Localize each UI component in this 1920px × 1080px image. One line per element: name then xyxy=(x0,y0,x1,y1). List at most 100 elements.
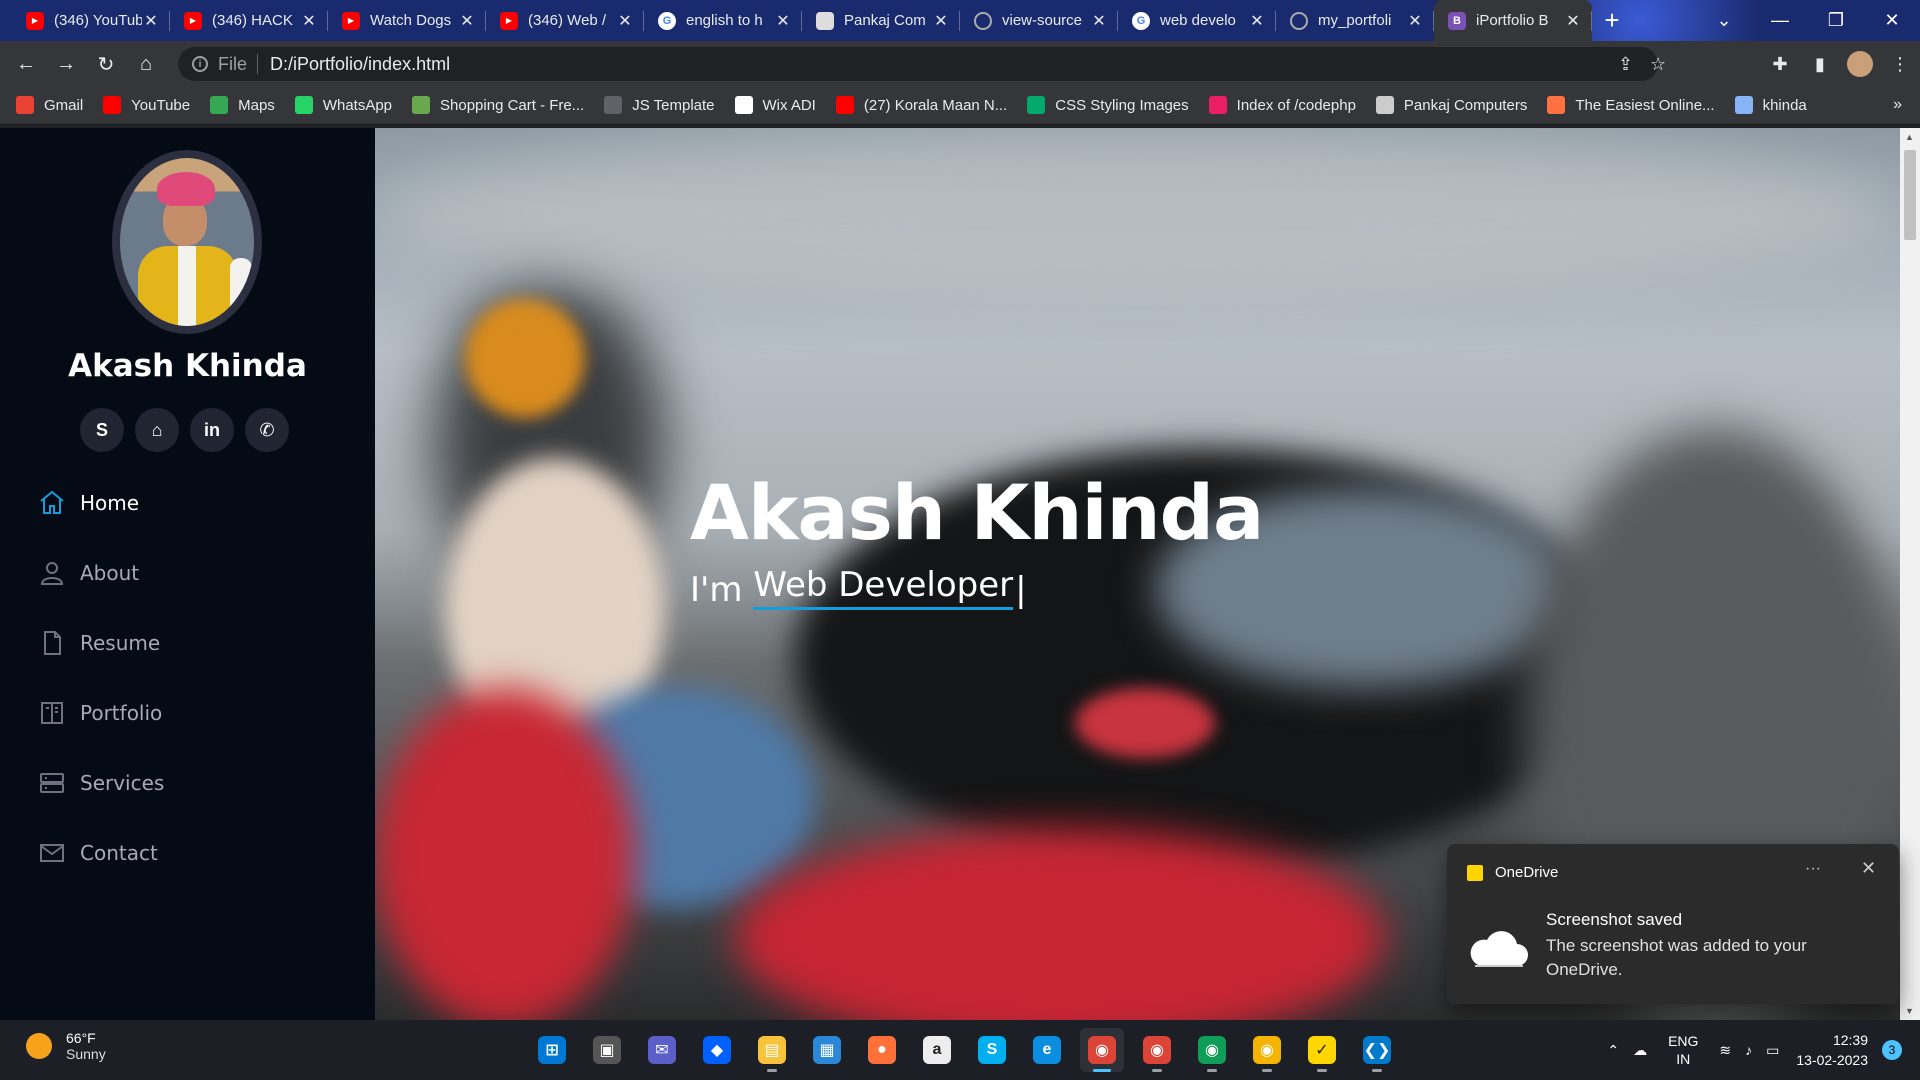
bookmark-item[interactable]: Index of /codephp xyxy=(1208,96,1356,114)
nav-item-label: Resume xyxy=(80,631,161,655)
browser-tab[interactable]: my_portfoli ✕ xyxy=(1276,0,1434,41)
back-button[interactable]: ← xyxy=(6,44,46,84)
bookmark-item[interactable]: Wix ADI xyxy=(734,96,816,114)
bookmark-item[interactable]: The Easiest Online... xyxy=(1547,96,1715,114)
chrome-icon[interactable]: ◉ xyxy=(1080,1028,1124,1072)
github-icon[interactable]: ⌂ xyxy=(135,408,179,452)
bookmark-label: (27) Korala Maan N... xyxy=(863,96,1008,114)
bookmark-item[interactable]: WhatsApp xyxy=(294,96,392,114)
norton-icon[interactable]: ✓ xyxy=(1300,1028,1344,1072)
microsoft-store-icon[interactable]: ▦ xyxy=(805,1028,849,1072)
skype-icon[interactable]: S xyxy=(970,1028,1014,1072)
linkedin-icon[interactable]: in xyxy=(190,408,234,452)
tab-search-icon[interactable]: ⌄ xyxy=(1696,0,1752,41)
nav-item-portfolio[interactable]: Portfolio xyxy=(38,678,164,748)
bookmark-item[interactable]: CSS Styling Images xyxy=(1027,96,1189,114)
tab-close-icon[interactable]: ✕ xyxy=(932,11,950,31)
scroll-down-icon[interactable]: ▼ xyxy=(1905,1006,1914,1016)
scroll-up-icon[interactable]: ▲ xyxy=(1905,132,1914,142)
tab-close-icon[interactable]: ✕ xyxy=(142,11,160,31)
bookmark-star-icon[interactable]: ☆ xyxy=(1650,54,1666,75)
scrollbar-thumb[interactable] xyxy=(1904,150,1916,240)
close-window-button[interactable]: ✕ xyxy=(1864,0,1920,41)
tab-close-icon[interactable]: ✕ xyxy=(774,11,792,31)
language-indicator[interactable]: ENG IN xyxy=(1668,1032,1698,1068)
notification-badge[interactable]: 3 xyxy=(1882,1040,1902,1060)
chrome-profile-4-icon[interactable]: ◉ xyxy=(1245,1028,1289,1072)
forward-button[interactable]: → xyxy=(46,44,86,84)
teams-chat-icon[interactable]: ✉ xyxy=(640,1028,684,1072)
bookmark-item[interactable]: Pankaj Computers xyxy=(1375,96,1527,114)
share-icon[interactable]: ⇪ xyxy=(1618,54,1633,75)
vscode-icon[interactable]: ❮❯ xyxy=(1355,1028,1399,1072)
address-url[interactable]: D:/iPortfolio/index.html xyxy=(270,54,450,75)
tab-close-icon[interactable]: ✕ xyxy=(1406,11,1424,31)
toast-more-button[interactable]: ··· xyxy=(1805,860,1821,878)
bookmark-item[interactable]: Maps xyxy=(210,96,275,114)
restore-button[interactable]: ❐ xyxy=(1808,0,1864,41)
dropbox-icon[interactable]: ◆ xyxy=(695,1028,739,1072)
bookmark-item[interactable]: (27) Korala Maan N... xyxy=(835,96,1008,114)
nav-item-resume[interactable]: Resume xyxy=(38,608,164,678)
browser-tab[interactable]: view-source ✕ xyxy=(960,0,1118,41)
chrome-profile-3-icon[interactable]: ◉ xyxy=(1190,1028,1234,1072)
home-button[interactable]: ⌂ xyxy=(126,44,166,84)
bookmark-item[interactable]: khinda xyxy=(1734,96,1807,114)
browser-tab[interactable]: english to h ✕ xyxy=(644,0,802,41)
tab-close-icon[interactable]: ✕ xyxy=(1090,11,1108,31)
nav-item-services[interactable]: Services xyxy=(38,748,164,818)
new-tab-button[interactable]: + xyxy=(1592,0,1632,41)
tab-close-icon[interactable]: ✕ xyxy=(300,11,318,31)
edge-icon[interactable]: e xyxy=(1025,1028,1069,1072)
browser-tab[interactable]: (346) YouTube ✕ xyxy=(12,0,170,41)
tab-title: english to h xyxy=(686,12,763,29)
whatsapp-icon[interactable]: ✆ xyxy=(245,408,289,452)
chrome-profile-2-icon[interactable]: ◉ xyxy=(1135,1028,1179,1072)
onedrive-tray-icon[interactable]: ☁ xyxy=(1633,1042,1647,1059)
reload-button[interactable]: ↻ xyxy=(86,44,126,84)
weather-widget[interactable]: 66°F Sunny xyxy=(26,1030,106,1062)
nav-item-about[interactable]: About xyxy=(38,538,164,608)
browser-tab[interactable]: B iPortfolio B ✕ xyxy=(1434,0,1592,41)
battery-icon[interactable]: ▭ xyxy=(1766,1042,1779,1059)
tab-close-icon[interactable]: ✕ xyxy=(616,11,634,31)
amazon-icon[interactable]: a xyxy=(915,1028,959,1072)
tab-close-icon[interactable]: ✕ xyxy=(458,11,476,31)
browser-tab[interactable]: (346) Web / ✕ xyxy=(486,0,644,41)
skype-icon[interactable]: S xyxy=(80,408,124,452)
toast-close-button[interactable]: ✕ xyxy=(1861,858,1876,879)
side-panel-icon[interactable]: ▮ xyxy=(1800,54,1840,75)
wifi-icon[interactable]: ≋ xyxy=(1719,1042,1731,1059)
tab-close-icon[interactable]: ✕ xyxy=(1564,11,1582,31)
extensions-icon[interactable]: ✚ xyxy=(1760,54,1800,75)
pankaj-icon xyxy=(816,11,834,30)
firefox-icon[interactable]: ● xyxy=(860,1028,904,1072)
chrome-menu-icon[interactable]: ⋮ xyxy=(1880,54,1920,75)
browser-tab[interactable]: Watch Dogs ✕ xyxy=(328,0,486,41)
nav-item-home[interactable]: Home xyxy=(38,468,164,538)
bookmark-item[interactable]: JS Template xyxy=(604,96,715,114)
file-explorer-icon[interactable]: ▤ xyxy=(750,1028,794,1072)
site-info-icon[interactable]: i xyxy=(192,56,208,72)
browser-tab[interactable]: (346) HACK ✕ xyxy=(170,0,328,41)
task-view-icon[interactable]: ▣ xyxy=(585,1028,629,1072)
page-scrollbar[interactable]: ▲ ▼ xyxy=(1900,128,1920,1020)
onedrive-notification[interactable]: OneDrive ··· ✕ Screenshot saved The scre… xyxy=(1447,844,1899,1004)
clock[interactable]: 12:39 13-02-2023 xyxy=(1796,1030,1868,1070)
windows-start-icon[interactable]: ⊞ xyxy=(530,1028,574,1072)
nav-item-label: Contact xyxy=(80,841,158,865)
bookmark-item[interactable]: YouTube xyxy=(103,96,190,114)
globe-icon xyxy=(1290,11,1308,30)
bookmark-item[interactable]: Gmail xyxy=(16,96,83,114)
bookmarks-overflow-icon[interactable]: » xyxy=(1893,96,1902,114)
profile-avatar[interactable] xyxy=(1847,51,1873,77)
minimize-button[interactable]: — xyxy=(1752,0,1808,41)
browser-tab[interactable]: Pankaj Com ✕ xyxy=(802,0,960,41)
address-bar[interactable]: i File D:/iPortfolio/index.html ⇪ ☆ xyxy=(178,47,1666,81)
nav-item-contact[interactable]: Contact xyxy=(38,818,164,888)
browser-tab[interactable]: web develo ✕ xyxy=(1118,0,1276,41)
tab-close-icon[interactable]: ✕ xyxy=(1248,11,1266,31)
tray-overflow-icon[interactable]: ⌃ xyxy=(1607,1042,1619,1059)
bookmark-item[interactable]: Shopping Cart - Fre... xyxy=(412,96,584,114)
volume-icon[interactable]: ♪ xyxy=(1745,1042,1752,1058)
